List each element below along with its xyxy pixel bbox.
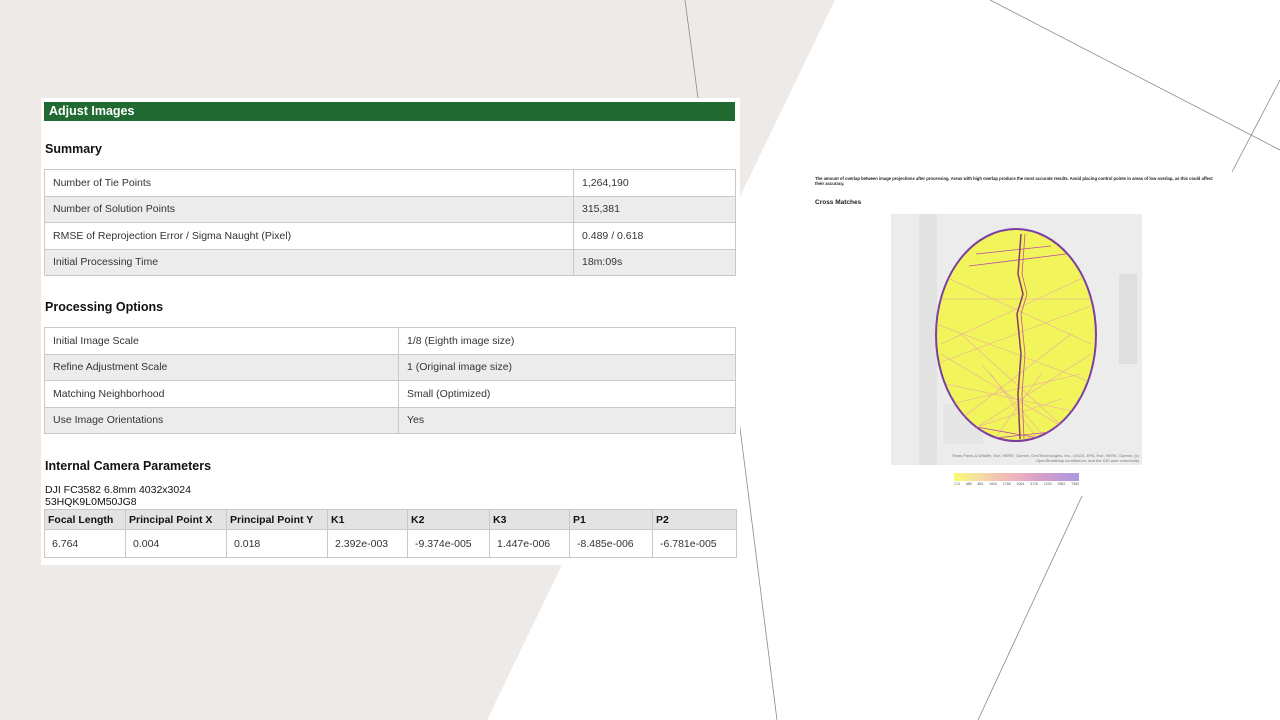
report-banner: Adjust Images: [44, 102, 735, 121]
table-cell: -6.781e-005: [652, 529, 737, 558]
table-row: Initial Image Scale 1/8 (Eighth image siz…: [44, 327, 736, 355]
cross-matches-map: Texas Parks & Wildlife, Esri, HERE, Garm…: [891, 214, 1142, 465]
table-row: Matching Neighborhood Small (Optimized): [44, 380, 736, 408]
camera-serial: 53HQK9L0M50JG8: [45, 495, 137, 508]
overlap-color-legend: [954, 473, 1079, 481]
camera-description: DJI FC3582 6.8mm 4032x3024 53HQK9L0M50JG…: [45, 484, 191, 508]
table-header-row: Focal Length Principal Point X Principal…: [44, 509, 737, 530]
table-row: Number of Tie Points 1,264,190: [44, 169, 736, 197]
camera-parameters-heading: Internal Camera Parameters: [45, 459, 212, 473]
row-label: Refine Adjustment Scale: [44, 353, 399, 381]
row-value: 18m:09s: [573, 248, 736, 276]
table-row: Use Image Orientations Yes: [44, 406, 736, 434]
table-row: 6.764 0.004 0.018 2.392e-003 -9.374e-005…: [44, 529, 737, 558]
row-value: 0.489 / 0.618: [573, 222, 736, 250]
row-label: Matching Neighborhood: [44, 380, 399, 408]
row-label: Number of Tie Points: [44, 169, 574, 197]
adjust-images-report: Adjust Images Summary Number of Tie Poin…: [41, 98, 740, 565]
camera-model: DJI FC3582 6.8mm 4032x3024: [45, 484, 191, 496]
row-value: 1 (Original image size): [398, 353, 736, 381]
legend-label: 863: [977, 482, 984, 486]
row-label: Number of Solution Points: [44, 195, 574, 223]
column-header: P2: [652, 509, 737, 530]
table-cell: 0.004: [125, 529, 227, 558]
legend-label: 1004: [989, 482, 997, 486]
column-header: K3: [489, 509, 570, 530]
legend-label: 2094: [1016, 482, 1025, 486]
legend-label: 3552: [1057, 482, 1066, 486]
processing-options-heading: Processing Options: [45, 300, 164, 314]
table-cell: 2.392e-003: [327, 529, 408, 558]
table-cell: -9.374e-005: [407, 529, 490, 558]
overlap-map-graphic: [891, 214, 1142, 465]
processing-options-table: Initial Image Scale 1/8 (Eighth image siz…: [44, 327, 736, 434]
row-value: 1,264,190: [573, 169, 736, 197]
table-cell: 1.447e-006: [489, 529, 570, 558]
row-value: 1/8 (Eighth image size): [398, 327, 736, 355]
cross-matches-title: Cross Matches: [815, 199, 862, 206]
map-attribution: Texas Parks & Wildlife, Esri, HERE, Garm…: [924, 453, 1139, 463]
row-value: Yes: [398, 406, 736, 434]
legend-label: 1203: [1043, 482, 1052, 486]
column-header: P1: [569, 509, 653, 530]
column-header: Principal Point X: [125, 509, 227, 530]
table-cell: 0.018: [226, 529, 328, 558]
cross-matches-description: The amount of overlap between image proj…: [815, 176, 1213, 186]
table-row: Initial Processing Time 18m:09s: [44, 248, 736, 276]
column-header: K1: [327, 509, 408, 530]
legend-label: 1768: [1002, 482, 1011, 486]
camera-parameters-table: Focal Length Principal Point X Principal…: [44, 509, 737, 558]
table-cell: 6.764: [44, 529, 126, 558]
row-value: Small (Optimized): [398, 380, 736, 408]
table-cell: -8.485e-006: [569, 529, 653, 558]
column-header: K2: [407, 509, 490, 530]
row-label: Initial Processing Time: [44, 248, 574, 276]
row-label: Initial Image Scale: [44, 327, 399, 355]
legend-label: 488: [965, 482, 972, 486]
summary-heading: Summary: [45, 142, 102, 156]
legend-label: 174: [954, 482, 960, 486]
summary-table: Number of Tie Points 1,264,190 Number of …: [44, 169, 736, 276]
table-row: Number of Solution Points 315,381: [44, 195, 736, 223]
column-header: Principal Point Y: [226, 509, 328, 530]
legend-labels: 174 488 863 1004 1768 2094 3176 1203 355…: [954, 482, 1079, 486]
table-row: Refine Adjustment Scale 1 (Original image…: [44, 353, 736, 381]
column-header: Focal Length: [44, 509, 126, 530]
attribution-line: OpenStreetMap contributors, and the GIS …: [1035, 458, 1139, 463]
legend-label: 7384: [1071, 482, 1079, 486]
legend-label: 3176: [1030, 482, 1038, 486]
row-value: 315,381: [573, 195, 736, 223]
table-row: RMSE of Reprojection Error / Sigma Naugh…: [44, 222, 736, 250]
row-label: RMSE of Reprojection Error / Sigma Naugh…: [44, 222, 574, 250]
row-label: Use Image Orientations: [44, 406, 399, 434]
